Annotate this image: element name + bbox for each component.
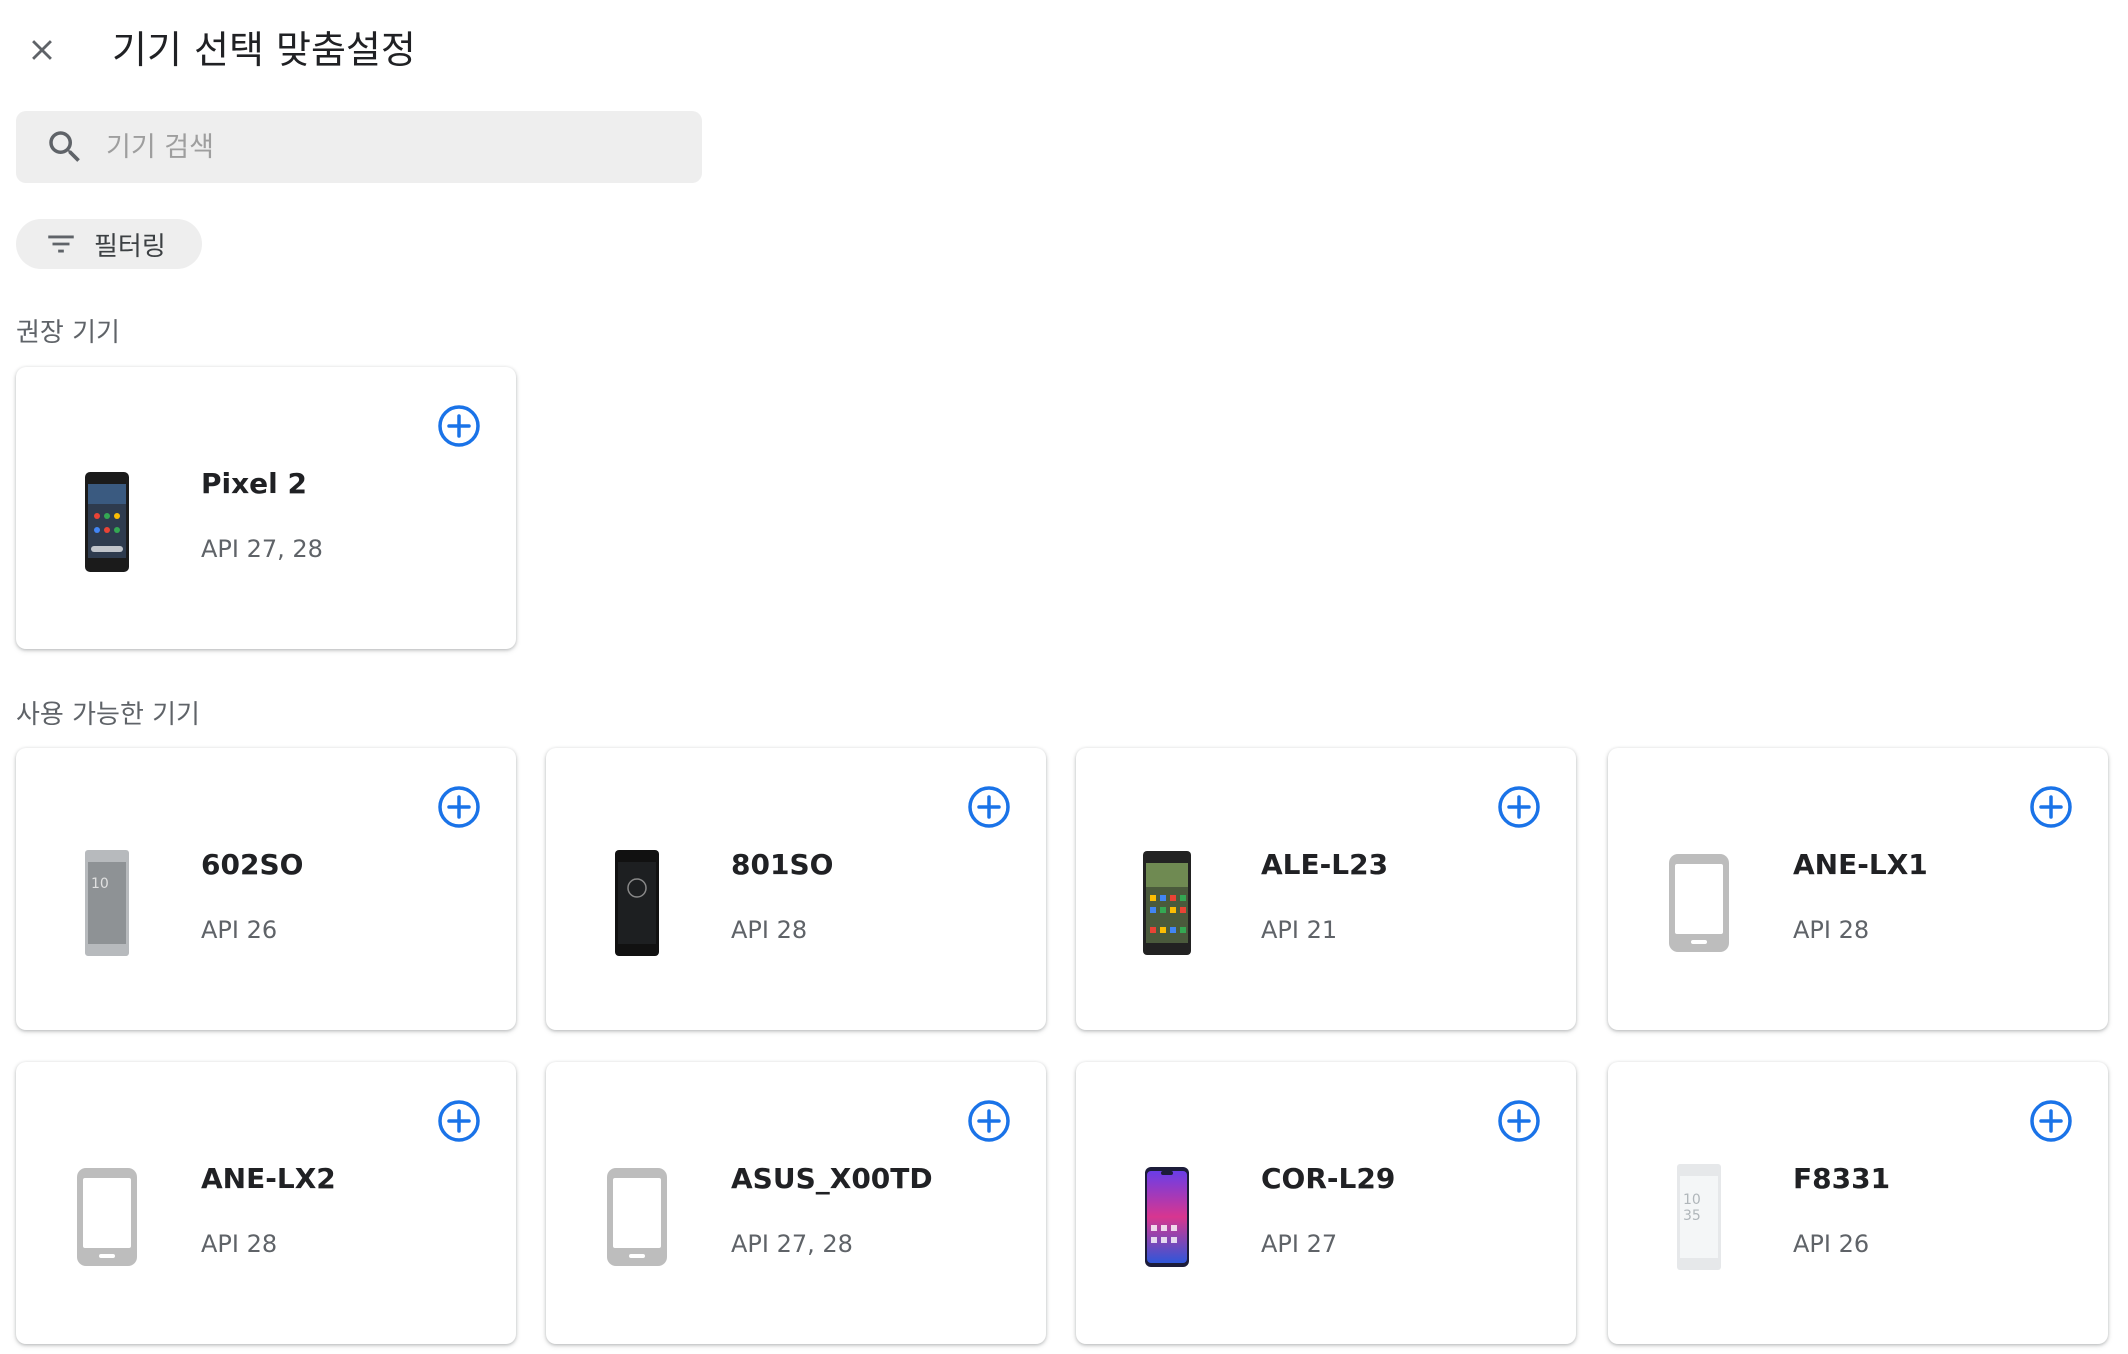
dialog-header: 기기 선택 맞춤설정 [0, 0, 2128, 100]
device-api: API 28 [731, 916, 808, 944]
search-icon [49, 131, 80, 162]
svg-text:10: 10 [91, 876, 109, 892]
filter-label: 필터링 [94, 231, 166, 262]
generic-phone-icon [62, 1162, 152, 1272]
add-circle-button[interactable] [966, 784, 1012, 830]
device-name: ANE-LX2 [201, 1162, 336, 1195]
add-circle-icon [1498, 1100, 1540, 1142]
close-button[interactable] [14, 22, 70, 78]
add-circle-button[interactable] [966, 1098, 1012, 1144]
add-circle-icon [438, 405, 480, 447]
generic-phone-icon [1654, 848, 1744, 958]
add-circle-icon [968, 1100, 1010, 1142]
device-card-801so[interactable]: 801SO API 28 [546, 748, 1046, 1030]
device-card-asus-x00td[interactable]: ASUS_X00TD API 27, 28 [546, 1062, 1046, 1344]
device-api: API 27, 28 [731, 1230, 853, 1258]
close-icon [32, 40, 52, 60]
device-card-ale-l23[interactable]: ALE-L23 API 21 [1076, 748, 1576, 1030]
device-image [592, 848, 682, 958]
device-api: API 27 [1261, 1230, 1338, 1258]
filter-list-icon [48, 235, 74, 253]
add-circle-button[interactable] [436, 403, 482, 449]
device-search[interactable] [16, 111, 702, 183]
device-name: 602SO [201, 848, 304, 881]
device-image [1122, 1162, 1212, 1272]
device-api: API 26 [201, 916, 278, 944]
device-card-f8331[interactable]: 10 35 F8331 API 26 [1608, 1062, 2108, 1344]
add-circle-button[interactable] [1496, 1098, 1542, 1144]
svg-text:35: 35 [1683, 1208, 1701, 1224]
add-circle-button[interactable] [436, 1098, 482, 1144]
device-name: ASUS_X00TD [731, 1162, 933, 1195]
generic-phone-icon [592, 1162, 682, 1272]
device-card-cor-l29[interactable]: COR-L29 API 27 [1076, 1062, 1576, 1344]
device-name: ALE-L23 [1261, 848, 1389, 881]
device-card-ane-lx1[interactable]: ANE-LX1 API 28 [1608, 748, 2108, 1030]
add-circle-icon [2030, 786, 2072, 828]
add-circle-icon [968, 786, 1010, 828]
section-label-recommended: 권장 기기 [16, 318, 120, 348]
add-circle-icon [438, 1100, 480, 1142]
add-circle-button[interactable] [1496, 784, 1542, 830]
device-image: 10 35 [1654, 1162, 1744, 1272]
device-api: API 21 [1261, 916, 1338, 944]
device-card-ane-lx2[interactable]: ANE-LX2 API 28 [16, 1062, 516, 1344]
device-api: API 28 [1793, 916, 1870, 944]
svg-text:10: 10 [1683, 1192, 1701, 1208]
search-input[interactable] [106, 131, 666, 163]
filter-button[interactable]: 필터링 [16, 219, 202, 269]
device-name: ANE-LX1 [1793, 848, 1928, 881]
section-label-available: 사용 가능한 기기 [16, 700, 200, 730]
device-image: 10 [62, 848, 152, 958]
add-circle-button[interactable] [436, 784, 482, 830]
add-circle-icon [2030, 1100, 2072, 1142]
add-circle-icon [1498, 786, 1540, 828]
add-circle-button[interactable] [2028, 1098, 2074, 1144]
page-title: 기기 선택 맞춤설정 [112, 28, 416, 72]
device-api: API 26 [1793, 1230, 1870, 1258]
device-image [1122, 848, 1212, 958]
device-name: COR-L29 [1261, 1162, 1396, 1195]
device-name: F8331 [1793, 1162, 1891, 1195]
device-card-pixel-2[interactable]: Pixel 2 API 27, 28 [16, 367, 516, 649]
device-card-602so[interactable]: 10 602SO API 26 [16, 748, 516, 1030]
device-image [62, 467, 152, 577]
device-name: 801SO [731, 848, 834, 881]
add-circle-icon [438, 786, 480, 828]
device-api: API 28 [201, 1230, 278, 1258]
device-name: Pixel 2 [201, 467, 307, 500]
device-api: API 27, 28 [201, 535, 323, 563]
add-circle-button[interactable] [2028, 784, 2074, 830]
